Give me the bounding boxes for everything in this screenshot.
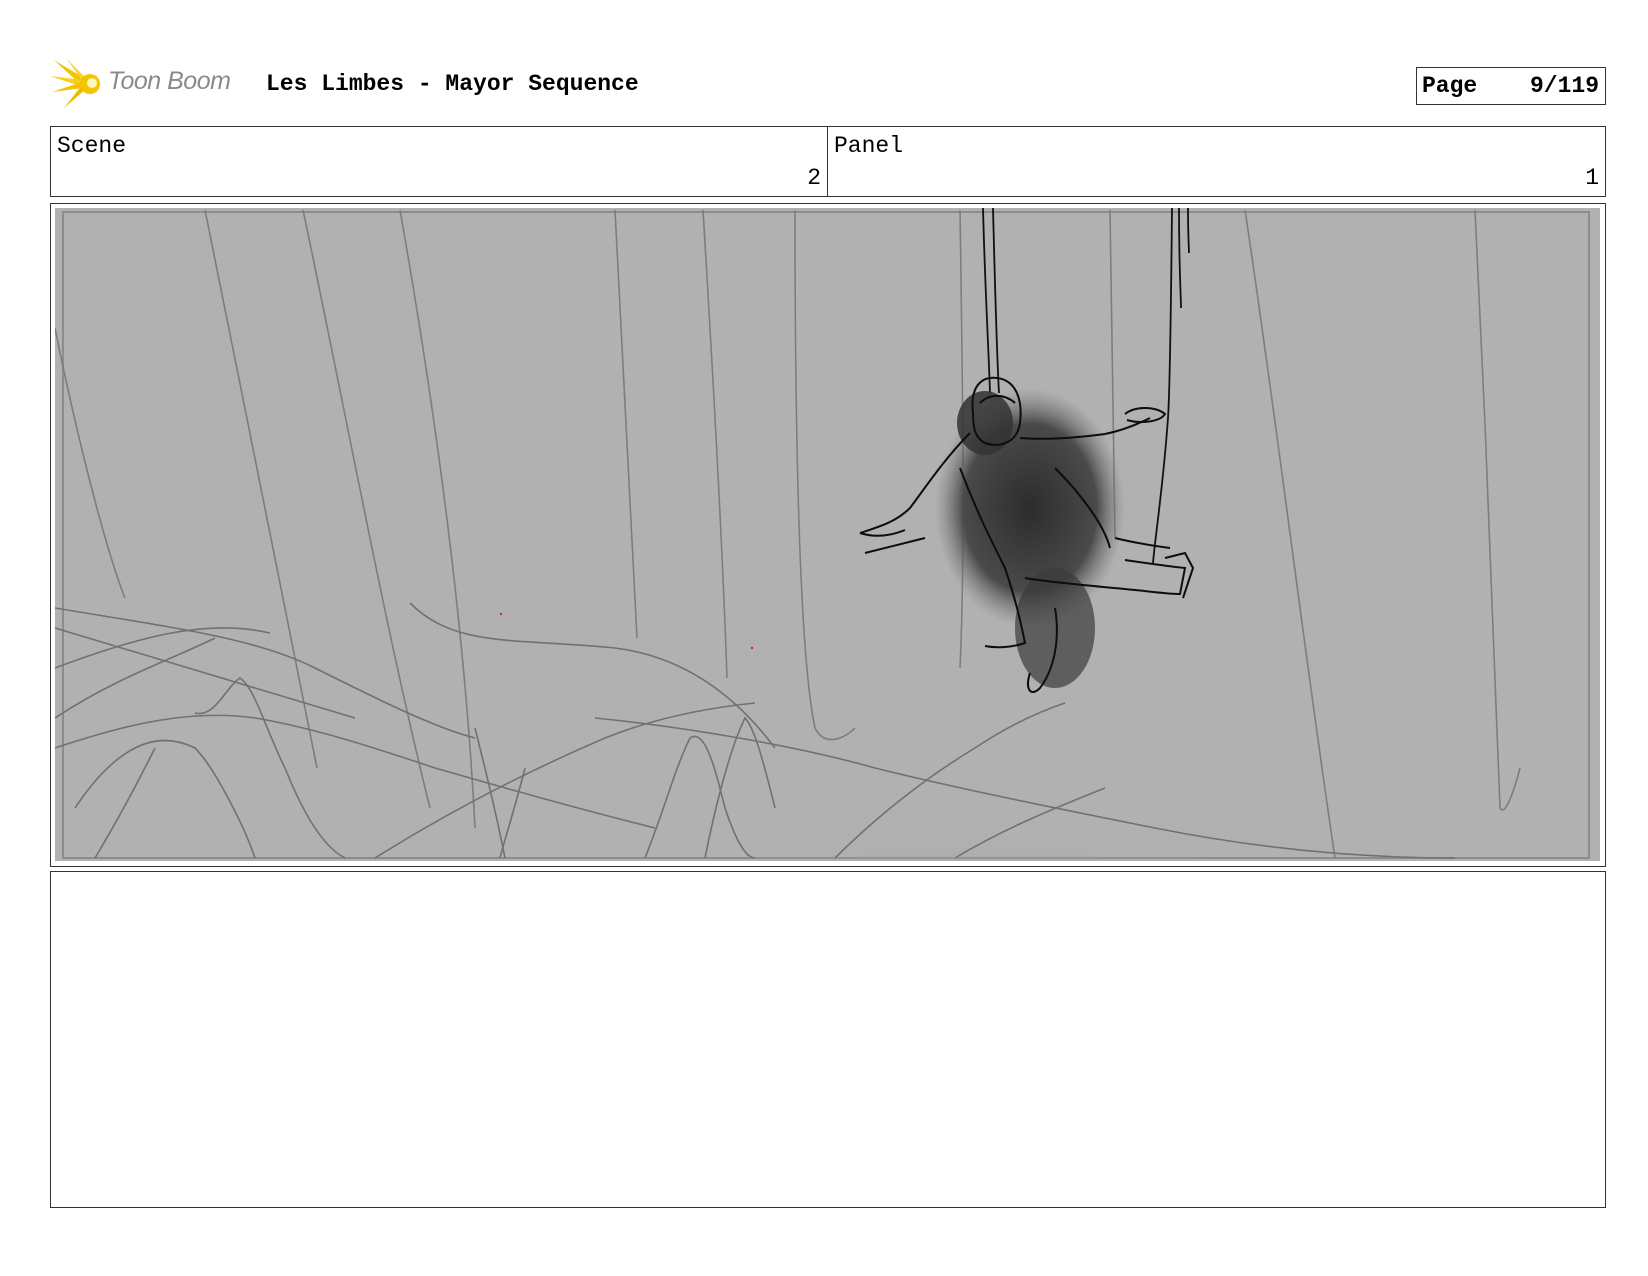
page-header: Toon Boom Les Limbes - Mayor Sequence Pa…	[50, 58, 1606, 110]
logo-text: Toon Boom	[108, 67, 231, 95]
toon-boom-burst-icon	[50, 58, 100, 108]
toon-boom-logo: Toon Boom	[50, 58, 250, 110]
panel-notes-box	[50, 871, 1606, 1208]
scene-number: 2	[807, 165, 821, 191]
scene-panel-info: Scene 2 Panel 1	[50, 126, 1606, 197]
sketch-drawing	[55, 208, 1600, 861]
scene-cell: Scene 2	[51, 127, 828, 196]
document-title: Les Limbes - Mayor Sequence	[266, 71, 639, 97]
storyboard-panel-frame	[50, 203, 1606, 867]
panel-label: Panel	[834, 133, 904, 159]
storyboard-sketch	[55, 208, 1600, 861]
page-label: Page	[1422, 73, 1478, 99]
panel-cell: Panel 1	[828, 127, 1605, 196]
panel-number: 1	[1585, 165, 1599, 191]
page-counter: Page 9/119	[1416, 67, 1606, 105]
scene-label: Scene	[57, 133, 127, 159]
page-number: 9/119	[1529, 73, 1599, 99]
